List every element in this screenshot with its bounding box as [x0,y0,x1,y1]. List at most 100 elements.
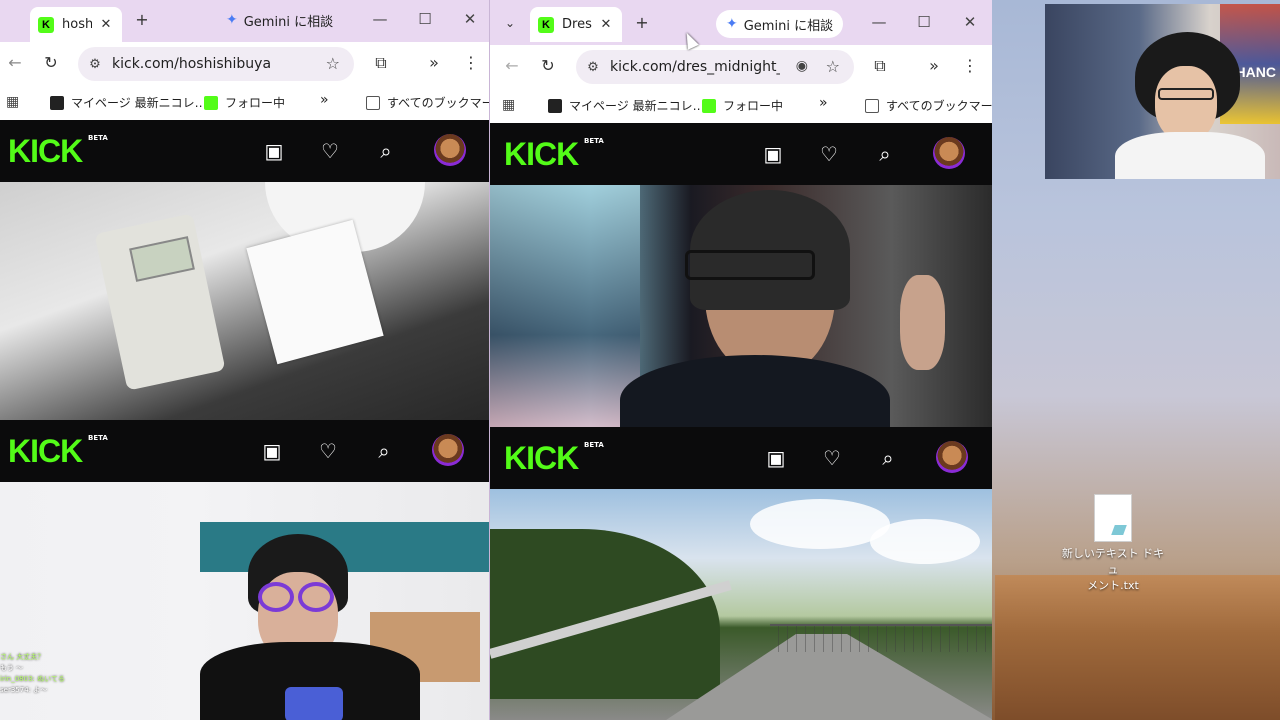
gemini-label: Gemini に相談 [243,14,334,30]
tab-dres-midnight[interactable]: K Dres ✕ [530,7,622,42]
stream-video-road[interactable] [490,489,992,720]
tab-title: Dres [562,17,592,32]
tab-close-icon[interactable]: ✕ [98,17,114,32]
kick-header: KICK BETA ▣ ♡ ⌕ [0,120,489,182]
bookmarks-overflow-icon[interactable]: » [819,95,828,111]
cloud [750,499,890,549]
kick-header: KICK BETA ▣ ♡ ⌕ [490,427,992,489]
bookmark-label: フォロー中 [225,96,286,110]
streamer-glasses [685,250,815,280]
avatar[interactable] [933,137,965,169]
poster-left [490,185,640,433]
site-info-icon[interactable]: ⚙ [78,57,112,72]
search-icon[interactable]: ⌕ [371,440,397,462]
minimize-icon[interactable]: — [864,13,894,31]
address-bar[interactable]: ⚙ kick.com/dres_midnight_... ◉ ☆ [576,50,854,84]
tab-close-icon[interactable]: ✕ [598,17,614,32]
avatar[interactable] [434,134,466,166]
bookmarks-bar: ▦ マイページ 最新ニコレ… フォロー中 » すべてのブックマーク [0,84,489,120]
kick-logo[interactable]: KICK [504,442,579,474]
gemini-button[interactable]: ✦ Gemini に相談 [216,6,343,34]
kick-logo[interactable]: KICK [8,435,83,467]
glasses-right [298,582,334,612]
menu-kebab-icon[interactable]: ⋮ [461,53,481,73]
bookmarks-overflow-icon[interactable]: » [320,92,329,108]
tab-hoshishibuya[interactable]: K hosh ✕ [30,7,122,42]
kick-icon [204,95,218,110]
new-tab-icon[interactable]: + [632,13,652,33]
reload-icon[interactable]: ↻ [41,53,61,73]
tab-bar: ⌄ K Dres ✕ + ✦ Gemini に相談 — ☐ ✕ [490,0,992,42]
apps-grid-icon[interactable]: ▦ [502,97,515,113]
kick-favicon-icon: K [538,16,554,33]
bookmark-mypage[interactable]: マイページ 最新ニコレ… [548,97,705,114]
browse-icon[interactable]: ▣ [763,447,789,469]
stream-video-man[interactable] [490,185,992,433]
tab-title: hosh [62,17,92,32]
bookmark-label: フォロー中 [723,99,784,113]
bookmark-following[interactable]: フォロー中 [702,97,783,114]
back-arrow-icon[interactable]: ← [5,53,25,73]
stream-video-woman[interactable]: さん 大丈夫？ もう 〜 irin_0803: ぬいてる ser3574: よ〜 [0,482,489,720]
kick-icon [702,98,716,113]
gemini-sparkle-icon: ✦ [226,12,238,28]
heart-icon[interactable]: ♡ [816,143,842,165]
all-bookmarks[interactable]: すべてのブックマーク [366,94,489,111]
bookmark-mypage[interactable]: マイページ 最新ニコレ… [50,94,207,111]
browse-icon[interactable]: ▣ [259,440,285,462]
reload-icon[interactable]: ↻ [538,56,558,76]
payment-terminal [94,213,226,391]
overflow-chevron-icon[interactable]: » [424,53,444,73]
bookmark-label: マイページ 最新ニコレ… [569,99,705,113]
chat-line: ser3574: よ〜 [0,686,48,694]
extensions-icon[interactable]: ⧉ [371,53,391,73]
stream-video-receipt[interactable] [0,182,489,430]
bookmarks-bar: ▦ マイページ 最新ニコレ… フォロー中 » すべてのブックマーク [490,87,992,123]
google-lens-icon[interactable]: ◉ [796,58,808,74]
search-icon[interactable]: ⌕ [875,447,901,469]
chat-line: さん 大丈夫？ [0,653,45,661]
tv-icon [50,95,64,110]
heart-icon[interactable]: ♡ [315,440,341,462]
gemini-button[interactable]: ✦ Gemini に相談 [716,10,844,38]
maximize-icon[interactable]: ☐ [909,13,939,31]
extensions-icon[interactable]: ⧉ [870,56,890,76]
desktop-text-file[interactable]: 新しいテキスト ドキュ メント.txt [1060,494,1166,594]
bookmark-following[interactable]: フォロー中 [204,94,285,111]
browse-icon[interactable]: ▣ [261,140,287,162]
folder-icon [366,95,380,110]
trees [490,529,720,699]
kick-logo[interactable]: KICK [8,135,83,167]
apps-grid-icon[interactable]: ▦ [6,94,19,110]
tab-search-chevron-icon[interactable]: ⌄ [502,13,518,33]
bookmark-label: マイページ 最新ニコレ… [71,96,207,110]
maximize-icon[interactable]: ☐ [410,10,440,28]
phone [285,687,343,720]
kick-beta-badge: BETA [88,434,108,442]
kick-header: KICK BETA ▣ ♡ ⌕ [490,123,992,185]
all-bookmarks[interactable]: すべてのブックマーク [865,97,992,114]
menu-kebab-icon[interactable]: ⋮ [960,56,980,76]
avatar[interactable] [936,441,968,473]
kick-logo[interactable]: KICK [504,138,579,170]
overflow-chevron-icon[interactable]: » [924,56,944,76]
search-icon[interactable]: ⌕ [872,143,898,165]
close-window-icon[interactable]: ✕ [955,13,985,31]
site-info-icon[interactable]: ⚙ [576,60,610,75]
heart-icon[interactable]: ♡ [819,447,845,469]
new-tab-icon[interactable]: + [132,10,152,30]
bookmark-star-icon[interactable]: ☆ [326,54,340,73]
all-bookmarks-label: すべてのブックマーク [387,96,489,110]
back-arrow-icon[interactable]: ← [502,56,522,76]
tv-icon [548,98,562,113]
address-bar[interactable]: ⚙ kick.com/hoshishibuya ☆ [78,47,354,81]
minimize-icon[interactable]: — [365,10,395,28]
desktop-file-name-2: メント.txt [1087,579,1139,592]
browse-icon[interactable]: ▣ [760,143,786,165]
kick-beta-badge: BETA [584,441,604,449]
heart-icon[interactable]: ♡ [317,140,343,162]
bookmark-star-icon[interactable]: ☆ [826,57,840,76]
close-window-icon[interactable]: ✕ [455,10,485,28]
avatar[interactable] [432,434,464,466]
search-icon[interactable]: ⌕ [373,140,399,162]
